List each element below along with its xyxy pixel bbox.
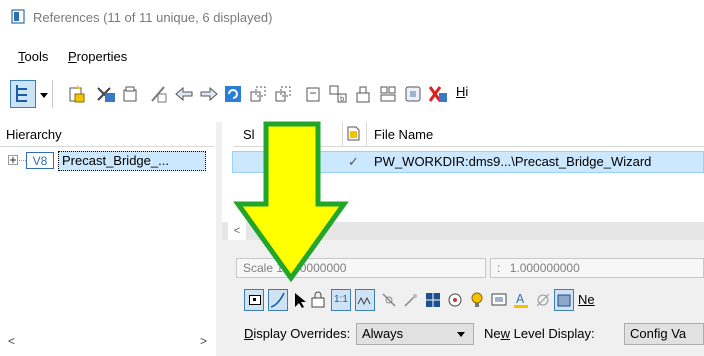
column-file-name[interactable]: File Name [374, 127, 433, 142]
use-lights-icon[interactable] [402, 291, 420, 309]
menu-properties[interactable]: Properties [68, 49, 127, 64]
lightbulb-icon[interactable] [468, 291, 486, 309]
attach-reference-icon[interactable] [67, 84, 87, 104]
text-color-icon[interactable]: A [512, 291, 530, 309]
tree-item-precast-bridge[interactable]: Precast_Bridge_... [58, 151, 206, 171]
svg-text:b: b [340, 95, 345, 103]
clip-back-icon[interactable] [403, 84, 423, 104]
level-stack-icon [557, 294, 571, 307]
scale-reference-icon[interactable] [248, 84, 268, 104]
toolbar-separator [52, 80, 53, 108]
reload-reference-icon[interactable] [120, 84, 140, 104]
delete-clip-icon[interactable] [428, 84, 448, 104]
true-scale-button[interactable]: 1:1 [331, 289, 351, 311]
hierarchy-toggle-button[interactable] [10, 80, 36, 108]
column-separator[interactable] [366, 122, 367, 146]
locate-cursor-icon[interactable] [292, 291, 308, 309]
copy-reference-icon[interactable] [199, 84, 219, 104]
snap-toggle-button[interactable] [268, 289, 288, 311]
dropdown-arrow-icon[interactable] [39, 90, 49, 100]
scroll-right-icon[interactable]: > [200, 334, 207, 348]
scale-ref-field[interactable]: : 1.000000000 [490, 258, 704, 278]
tree-connector [19, 160, 26, 162]
ignore-attachments-icon[interactable] [380, 291, 398, 309]
v8-file-badge: V8 [26, 152, 54, 169]
tree-expand-icon[interactable] [8, 155, 19, 166]
new-level-button[interactable] [554, 289, 574, 311]
mirror-vertical-icon[interactable] [304, 84, 324, 104]
chevron-down-icon[interactable] [456, 330, 466, 340]
hierarchy-icon [16, 85, 27, 102]
lock-icon[interactable] [310, 291, 328, 309]
new-label-partial: Ne [578, 292, 595, 307]
new-level-display-label: New Level Display: [484, 326, 595, 341]
line-style-icon [357, 296, 371, 306]
new-level-display-dropdown[interactable]: Config Va [624, 323, 704, 345]
exchange-reference-icon[interactable] [149, 84, 169, 104]
scale-line-styles-button[interactable] [355, 289, 375, 311]
clip-mask-icon[interactable] [353, 84, 373, 104]
scroll-left-icon[interactable]: < [8, 334, 15, 348]
menu-tools[interactable]: Tools [18, 49, 48, 64]
hierarchy-label: Hierarchy [6, 127, 62, 142]
hierarchy-scrollbar[interactable] [0, 334, 214, 352]
row-file-name: PW_WORKDIR:dms9...\Precast_Bridge_Wizard [374, 154, 652, 169]
move-reference-icon[interactable] [174, 84, 194, 104]
highlight-arrow-icon [233, 121, 349, 283]
toolbar-overflow-label[interactable]: Hi [456, 84, 468, 99]
display-overrides-label: Display Overrides: [244, 326, 351, 341]
level-display-icon[interactable] [424, 291, 442, 309]
references-window-icon [11, 9, 25, 24]
snap-curve-icon [270, 292, 285, 308]
georeference-icon[interactable] [446, 291, 464, 309]
detach-reference-icon[interactable] [96, 84, 116, 104]
mirror-horizontal-icon[interactable] [273, 84, 293, 104]
window-title: References (11 of 11 unique, 6 displayed… [33, 10, 273, 25]
presentation-icon[interactable] [490, 291, 508, 309]
clip-front-icon[interactable] [378, 84, 398, 104]
display-toggle-button[interactable] [244, 289, 264, 311]
no-display-icon[interactable] [534, 291, 552, 309]
svg-text:A: A [516, 292, 525, 306]
clip-boundary-icon[interactable]: b [328, 84, 348, 104]
rotate-reference-icon[interactable] [223, 84, 243, 104]
